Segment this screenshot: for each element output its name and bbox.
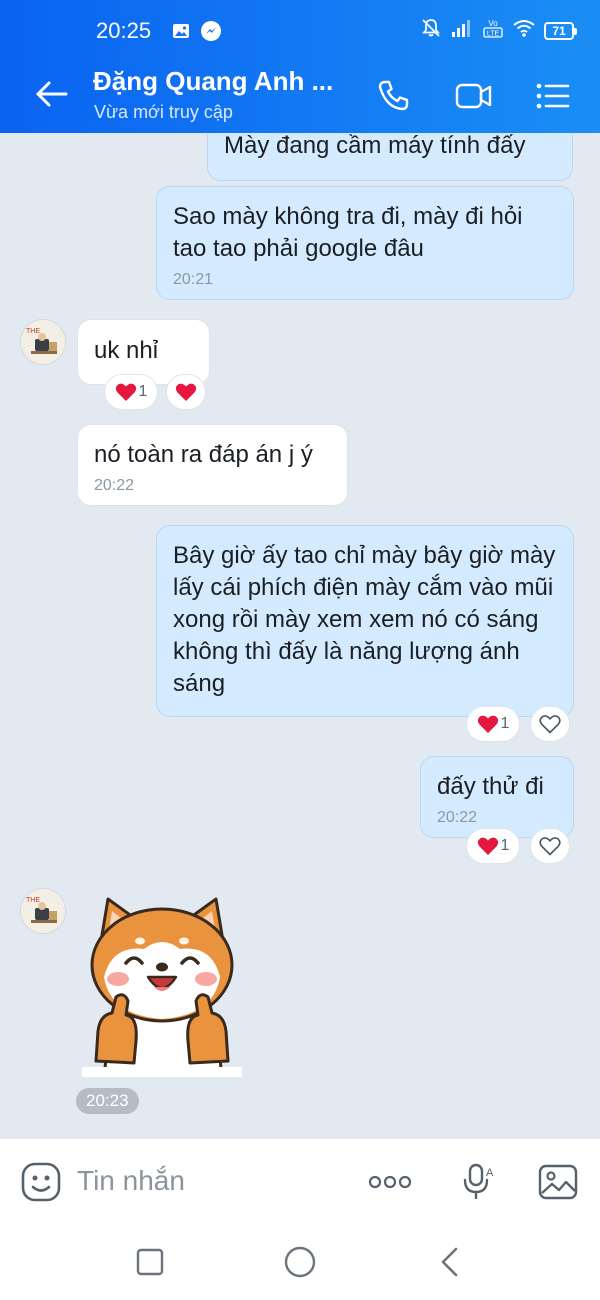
message-text: uk nhỉ: [94, 337, 159, 364]
emoji-button[interactable]: [18, 1159, 64, 1205]
wifi-icon: [512, 18, 536, 43]
heart-outline-icon: [539, 715, 561, 734]
avatar-illustration-icon: THE: [21, 889, 65, 933]
svg-text:LTE: LTE: [487, 31, 500, 38]
message-text: đấy thử đi: [437, 773, 544, 800]
emoji-sticker-icon: [21, 1162, 61, 1202]
more-options-button[interactable]: [367, 1159, 413, 1205]
back-button[interactable]: [30, 76, 74, 112]
more-dots-icon: [368, 1175, 412, 1189]
system-navigation-bar: [0, 1226, 600, 1300]
image-icon: [538, 1164, 578, 1200]
reaction-summary[interactable]: 1: [104, 374, 158, 410]
battery-indicator: 71: [544, 21, 577, 40]
shiba-sticker[interactable]: [82, 891, 242, 1079]
square-icon: [136, 1248, 164, 1276]
system-back-button[interactable]: [428, 1240, 472, 1284]
message-time: 20:22: [94, 477, 135, 494]
message-bubble-sent[interactable]: Sao mày không tra đi, mày đi hỏi tao tao…: [156, 186, 574, 300]
chat-area[interactable]: Mày đang cầm máy tính đấy Sao mày không …: [0, 133, 600, 1138]
heart-icon: [115, 383, 136, 401]
message-bubble-sent[interactable]: Bây giờ ấy tao chỉ mày bây giờ mày lấy c…: [156, 525, 574, 717]
contact-avatar[interactable]: THE: [20, 888, 66, 934]
react-heart-button[interactable]: [166, 374, 206, 410]
voice-message-button[interactable]: A: [454, 1159, 500, 1205]
list-menu-icon: [536, 83, 570, 109]
message-time: 20:21: [173, 271, 214, 288]
message-bubble-received[interactable]: nó toàn ra đáp án j ý 20:22: [77, 424, 348, 506]
message-text: Mày đang cầm máy tính đấy: [224, 133, 526, 159]
react-heart-button[interactable]: [530, 828, 570, 864]
microphone-icon: A: [463, 1163, 494, 1199]
circle-icon: [284, 1246, 316, 1278]
sticker-time: 20:23: [76, 1088, 139, 1114]
svg-text:A: A: [486, 1167, 494, 1179]
signal-icon: [450, 18, 474, 43]
top-bar: 20:25 Vo LTE 71 Đặng Quang Anh ... Vừa m…: [0, 0, 600, 133]
status-right-icons: Vo LTE 71: [420, 17, 577, 44]
heart-icon: [477, 715, 498, 733]
voice-call-button[interactable]: [371, 74, 415, 118]
react-heart-button[interactable]: [530, 706, 570, 742]
svg-text:THE: THE: [26, 328, 40, 335]
message-text: nó toàn ra đáp án j ý: [94, 441, 313, 468]
recent-apps-button[interactable]: [128, 1240, 172, 1284]
video-call-button[interactable]: [452, 74, 496, 118]
status-left-icons: [172, 20, 222, 47]
message-text: Sao mày không tra đi, mày đi hỏi tao tao…: [173, 203, 523, 262]
gallery-button[interactable]: [535, 1159, 581, 1205]
contact-avatar[interactable]: THE: [20, 319, 66, 365]
gallery-notification-icon: [172, 22, 190, 45]
home-button[interactable]: [278, 1240, 322, 1284]
contact-status: Vừa mới truy cập: [94, 102, 233, 122]
arrow-left-icon: [36, 81, 68, 107]
volte-icon: Vo LTE: [482, 17, 504, 44]
reaction-count: 1: [500, 715, 510, 732]
mute-bell-icon: [420, 17, 442, 44]
reaction-summary[interactable]: 1: [466, 706, 520, 742]
message-bubble-sent[interactable]: Mày đang cầm máy tính đấy: [207, 133, 573, 181]
status-time: 20:25: [96, 18, 152, 43]
message-bubble-sent[interactable]: đấy thử đi 20:22: [420, 756, 574, 838]
status-bar: 20:25 Vo LTE 71: [0, 0, 600, 58]
avatar-illustration-icon: THE: [21, 320, 65, 364]
video-camera-icon: [455, 83, 492, 109]
chat-options-button[interactable]: [531, 74, 575, 118]
heart-outline-icon: [539, 837, 561, 856]
contact-name[interactable]: Đặng Quang Anh ...: [93, 66, 333, 97]
phone-icon: [378, 80, 409, 111]
message-text: Bây giờ ấy tao chỉ mày bây giờ mày lấy c…: [173, 542, 556, 697]
shiba-dog-thumbs-up-icon: [82, 897, 242, 1079]
message-time: 20:22: [437, 809, 478, 826]
heart-icon: [477, 837, 498, 855]
reaction-count: 1: [138, 383, 148, 400]
svg-text:THE: THE: [26, 897, 40, 904]
chevron-left-icon: [441, 1247, 458, 1277]
svg-text:Vo: Vo: [488, 19, 498, 28]
reaction-summary[interactable]: 1: [466, 828, 520, 864]
message-input[interactable]: Tin nhắn: [77, 1165, 185, 1197]
heart-icon: [175, 383, 197, 401]
messenger-notification-icon: [200, 20, 222, 47]
message-input-bar: Tin nhắn A: [0, 1138, 600, 1226]
reaction-count: 1: [500, 837, 510, 854]
